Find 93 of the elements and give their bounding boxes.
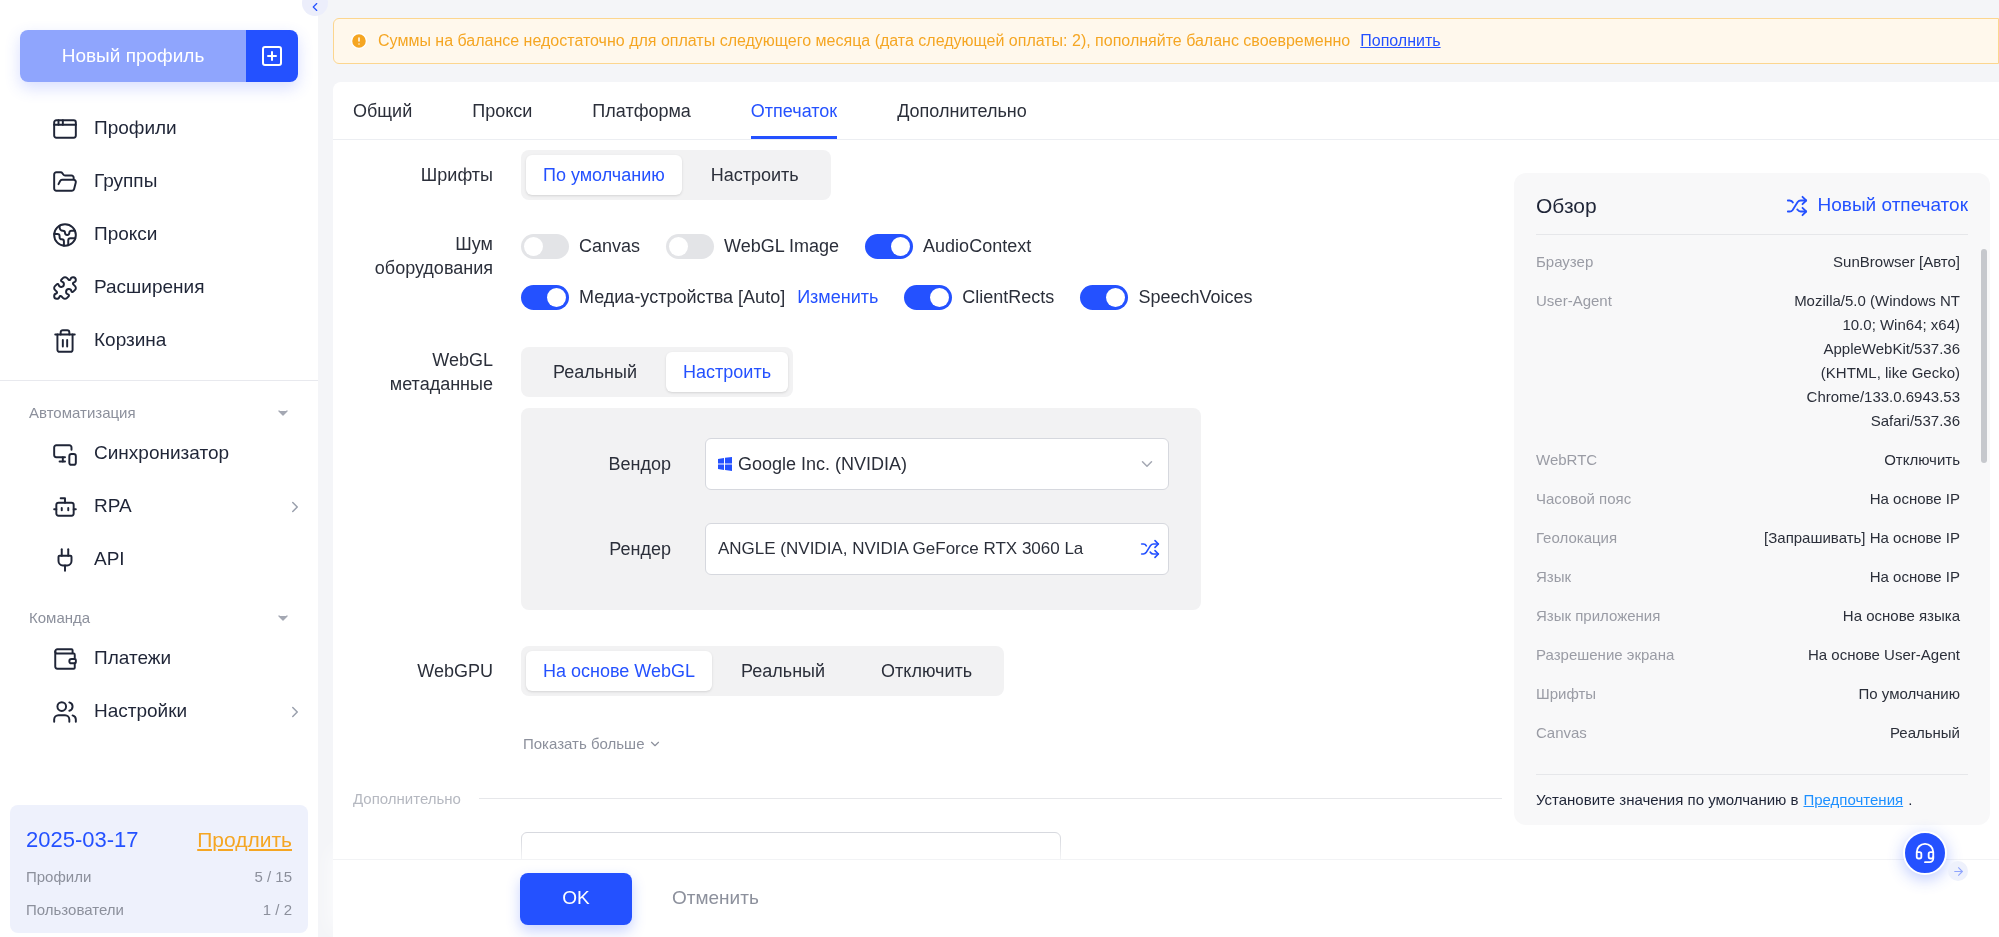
overview-label: Разрешение экрана	[1536, 645, 1675, 665]
segment-option[interactable]: Настроить	[683, 155, 826, 195]
expiry-date: 2025-03-17	[26, 826, 139, 854]
overview-value: SunBrowser [Авто]	[1833, 252, 1960, 272]
stat-value: 5 / 15	[254, 867, 292, 887]
toggle-switch[interactable]	[904, 285, 953, 310]
nav-item[interactable]: RPA	[94, 492, 132, 521]
field-label: Шум оборудования	[374, 234, 493, 278]
overview-label: Canvas	[1536, 723, 1587, 743]
overview-label: Браузер	[1536, 252, 1594, 272]
overview-value: На основе языка	[1842, 606, 1960, 626]
overview-value: [Запрашивать] На основе IP	[1764, 528, 1960, 548]
toggle-label: AudioContext	[923, 235, 1032, 258]
renderer-value: ANGLE (NVIDIA, NVIDIA GeForce RTX 3060 La	[718, 538, 1084, 561]
overview-label: Шрифты	[1536, 684, 1597, 704]
preferences-note: Установите значения по умолчанию в Предпочтения .	[1536, 775, 1968, 825]
field-label: Шрифты	[420, 165, 493, 185]
section-title: Автоматизация	[29, 402, 136, 423]
segment-option[interactable]: Реальный	[526, 352, 665, 392]
wallet-icon	[52, 645, 78, 672]
vendor-value: Google Inc. (NVIDIA)	[738, 452, 908, 476]
toggle-switch[interactable]	[521, 234, 569, 259]
toggle-label: ClientRects	[962, 286, 1055, 309]
new-fingerprint-button[interactable]: Новый отпечаток	[1785, 191, 1968, 220]
segment-option[interactable]: Реальный	[714, 651, 853, 691]
segment-option[interactable]: Отключить	[854, 651, 1000, 691]
nav-item[interactable]: Прокси	[94, 220, 158, 249]
stat-value: 1 / 2	[262, 899, 292, 920]
overview-label: Язык	[1536, 567, 1572, 587]
windows-logo-icon	[718, 457, 732, 471]
change-link[interactable]: Изменить	[797, 284, 879, 311]
tab[interactable]: Отпечаток	[750, 87, 838, 139]
toggle-label: Медиа-устройства [Auto]	[579, 286, 786, 309]
segment-option[interactable]: На основе WebGL	[526, 651, 713, 691]
section-title: Команда	[29, 607, 91, 628]
stat-label: Пользователи	[26, 899, 124, 920]
ok-button[interactable]: OK	[520, 872, 632, 925]
section-heading: Дополнительно	[353, 788, 461, 809]
folder-icon	[52, 168, 78, 195]
headset-icon	[1914, 842, 1936, 864]
stat-label: Профили	[26, 867, 92, 887]
banner-text: Суммы на балансе недостаточно для оплаты следующего месяца (дата следующей оплаты: 2), пополняйте баланс своевременно	[378, 31, 1351, 51]
shuffle-icon	[1785, 194, 1808, 217]
toggle-label: WebGL Image	[724, 235, 840, 258]
trash-icon	[52, 327, 78, 354]
nav-item[interactable]: Платежи	[94, 644, 172, 673]
toggle-switch[interactable]	[666, 234, 715, 259]
overview-value: Отключить	[1884, 450, 1960, 470]
segment-option[interactable]: Настроить	[666, 352, 788, 392]
globe-icon	[52, 221, 78, 248]
overview-value: По умолчанию	[1858, 684, 1960, 704]
tab[interactable]: Общий	[353, 87, 413, 139]
toggle-switch[interactable]	[521, 285, 569, 310]
toggle-label: Canvas	[579, 235, 641, 258]
vendor-select[interactable]: Google Inc. (NVIDIA)	[705, 438, 1169, 490]
overview-title: Обзор	[1536, 192, 1597, 219]
overview-label: Геолокация	[1536, 528, 1618, 548]
overview-value: На основе IP	[1869, 567, 1960, 587]
overview-label: Часовой пояс	[1536, 489, 1632, 509]
renderer-label: Рендер	[609, 538, 671, 559]
warning-icon	[350, 32, 368, 50]
users-icon	[52, 698, 78, 725]
shuffle-icon[interactable]	[1140, 539, 1160, 559]
segment-option[interactable]: По умолчанию	[526, 155, 682, 195]
nav-item[interactable]: Расширения	[94, 273, 205, 302]
add-icon	[260, 44, 284, 68]
field-label: WebGPU	[417, 661, 493, 681]
top-up-link[interactable]: Пополнить	[1360, 29, 1441, 53]
overview-value: На основе IP	[1869, 489, 1960, 509]
vendor-label: Вендор	[608, 453, 671, 474]
support-button[interactable]	[1903, 831, 1947, 875]
nav-item[interactable]: Профили	[94, 114, 177, 143]
overview-label: Язык приложения	[1536, 606, 1661, 626]
field-label: WebGL метаданные	[389, 350, 493, 394]
nav-item[interactable]: Корзина	[94, 326, 167, 355]
nav-item[interactable]: API	[94, 545, 125, 574]
overview-label: WebRTC	[1536, 450, 1598, 470]
puzzle-icon	[52, 274, 78, 301]
toggle-label: SpeechVoices	[1138, 286, 1253, 309]
overview-value: На основе User-Agent	[1808, 645, 1960, 665]
tab[interactable]: Дополнительно	[897, 87, 1027, 139]
toggle-switch[interactable]	[1080, 285, 1129, 310]
tab[interactable]: Прокси	[472, 87, 533, 139]
nav-item[interactable]: Настройки	[94, 697, 188, 726]
nav-item[interactable]: Группы	[94, 167, 158, 196]
renderer-input-field[interactable]: ANGLE (NVIDIA, NVIDIA GeForce RTX 3060 La	[705, 523, 1169, 575]
overview-value: Реальный	[1889, 723, 1960, 743]
toggle-switch[interactable]	[865, 234, 914, 259]
overview-value: Mozilla/5.0 (Windows NT 10.0; Win64; x64) AppleWebKit/537.36 (KHTML, like Gecko) Chrome/133.0.6943.53 Safari/537.36	[1793, 291, 1960, 431]
nav-item[interactable]: Синхронизатор	[94, 439, 230, 468]
tab[interactable]: Платформа	[592, 87, 691, 139]
quick-add-button[interactable]	[246, 30, 298, 82]
overview-label: User-Agent	[1536, 291, 1612, 311]
